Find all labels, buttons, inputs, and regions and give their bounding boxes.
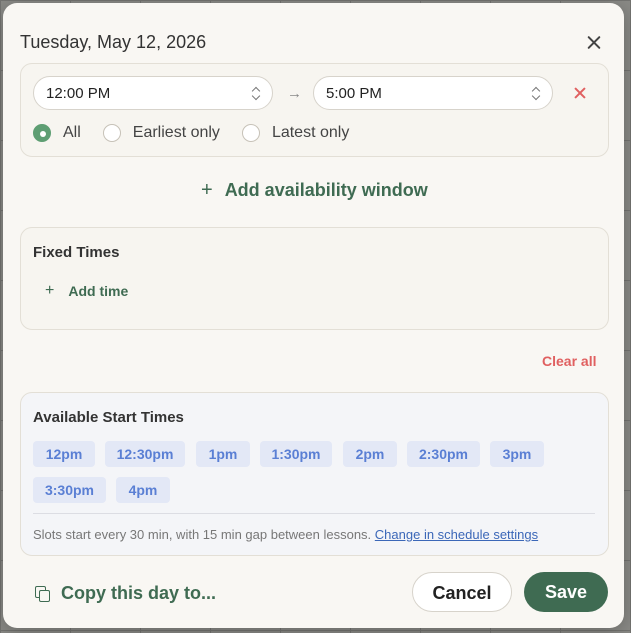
available-start-times-card: Available Start Times 12pm 12:30pm 1pm 1…	[20, 392, 609, 556]
slot-chip[interactable]: 3pm	[490, 441, 544, 467]
slot-settings-note: Slots start every 30 min, with 15 min ga…	[33, 527, 539, 542]
available-start-times-title: Available Start Times	[33, 409, 184, 426]
radio-indicator	[102, 124, 121, 142]
cancel-button[interactable]: Cancel	[412, 572, 512, 612]
start-time-value: 12:00 PM	[46, 85, 111, 102]
radio-label: All	[63, 124, 81, 141]
add-time-button[interactable]: + Add time	[45, 282, 128, 300]
radio-latest-only[interactable]: Latest only	[241, 124, 350, 142]
slot-chip[interactable]: 1pm	[196, 441, 250, 467]
availability-window-card: 12:00 PM → 5:00 PM All Earliest only Lat…	[20, 63, 609, 157]
end-time-select[interactable]: 5:00 PM	[313, 76, 553, 110]
start-time-select[interactable]: 12:00 PM	[33, 76, 273, 110]
clear-all-button[interactable]: Clear all	[542, 353, 596, 369]
radio-indicator	[241, 124, 260, 142]
fixed-times-title: Fixed Times	[33, 244, 120, 261]
copy-icon	[35, 585, 51, 602]
day-availability-dialog: Tuesday, May 12, 2026 12:00 PM → 5:00 PM…	[3, 3, 624, 628]
slot-chip[interactable]: 12pm	[33, 441, 95, 467]
plus-icon: +	[201, 179, 213, 201]
remove-window-icon[interactable]	[571, 84, 589, 102]
divider	[33, 513, 595, 514]
add-availability-window-button[interactable]: + Add availability window	[201, 179, 428, 202]
radio-earliest-only[interactable]: Earliest only	[102, 124, 220, 142]
fixed-times-card: Fixed Times + Add time	[20, 227, 609, 330]
radio-all[interactable]: All	[33, 124, 81, 142]
slot-chip[interactable]: 4pm	[116, 477, 170, 503]
dialog-title: Tuesday, May 12, 2026	[20, 32, 207, 52]
slot-chip[interactable]: 1:30pm	[260, 441, 332, 467]
slot-selection-options: All Earliest only Latest only	[33, 124, 371, 142]
chevron-updown-icon	[252, 87, 260, 101]
radio-indicator	[33, 124, 51, 142]
slot-chip[interactable]: 2pm	[343, 441, 397, 467]
slot-chip[interactable]: 12:30pm	[105, 441, 185, 467]
schedule-settings-link[interactable]: Change in schedule settings	[375, 527, 538, 542]
end-time-value: 5:00 PM	[326, 85, 382, 102]
radio-label: Latest only	[271, 124, 350, 141]
plus-icon: +	[45, 282, 55, 299]
close-icon[interactable]	[581, 30, 607, 56]
slot-chip[interactable]: 2:30pm	[407, 441, 480, 467]
slot-chip[interactable]: 3:30pm	[33, 477, 106, 503]
chevron-updown-icon	[532, 87, 540, 101]
copy-day-button[interactable]: Copy this day to...	[35, 583, 216, 604]
arrow-right-icon: →	[287, 85, 302, 102]
save-button[interactable]: Save	[524, 572, 608, 612]
radio-label: Earliest only	[132, 124, 220, 141]
